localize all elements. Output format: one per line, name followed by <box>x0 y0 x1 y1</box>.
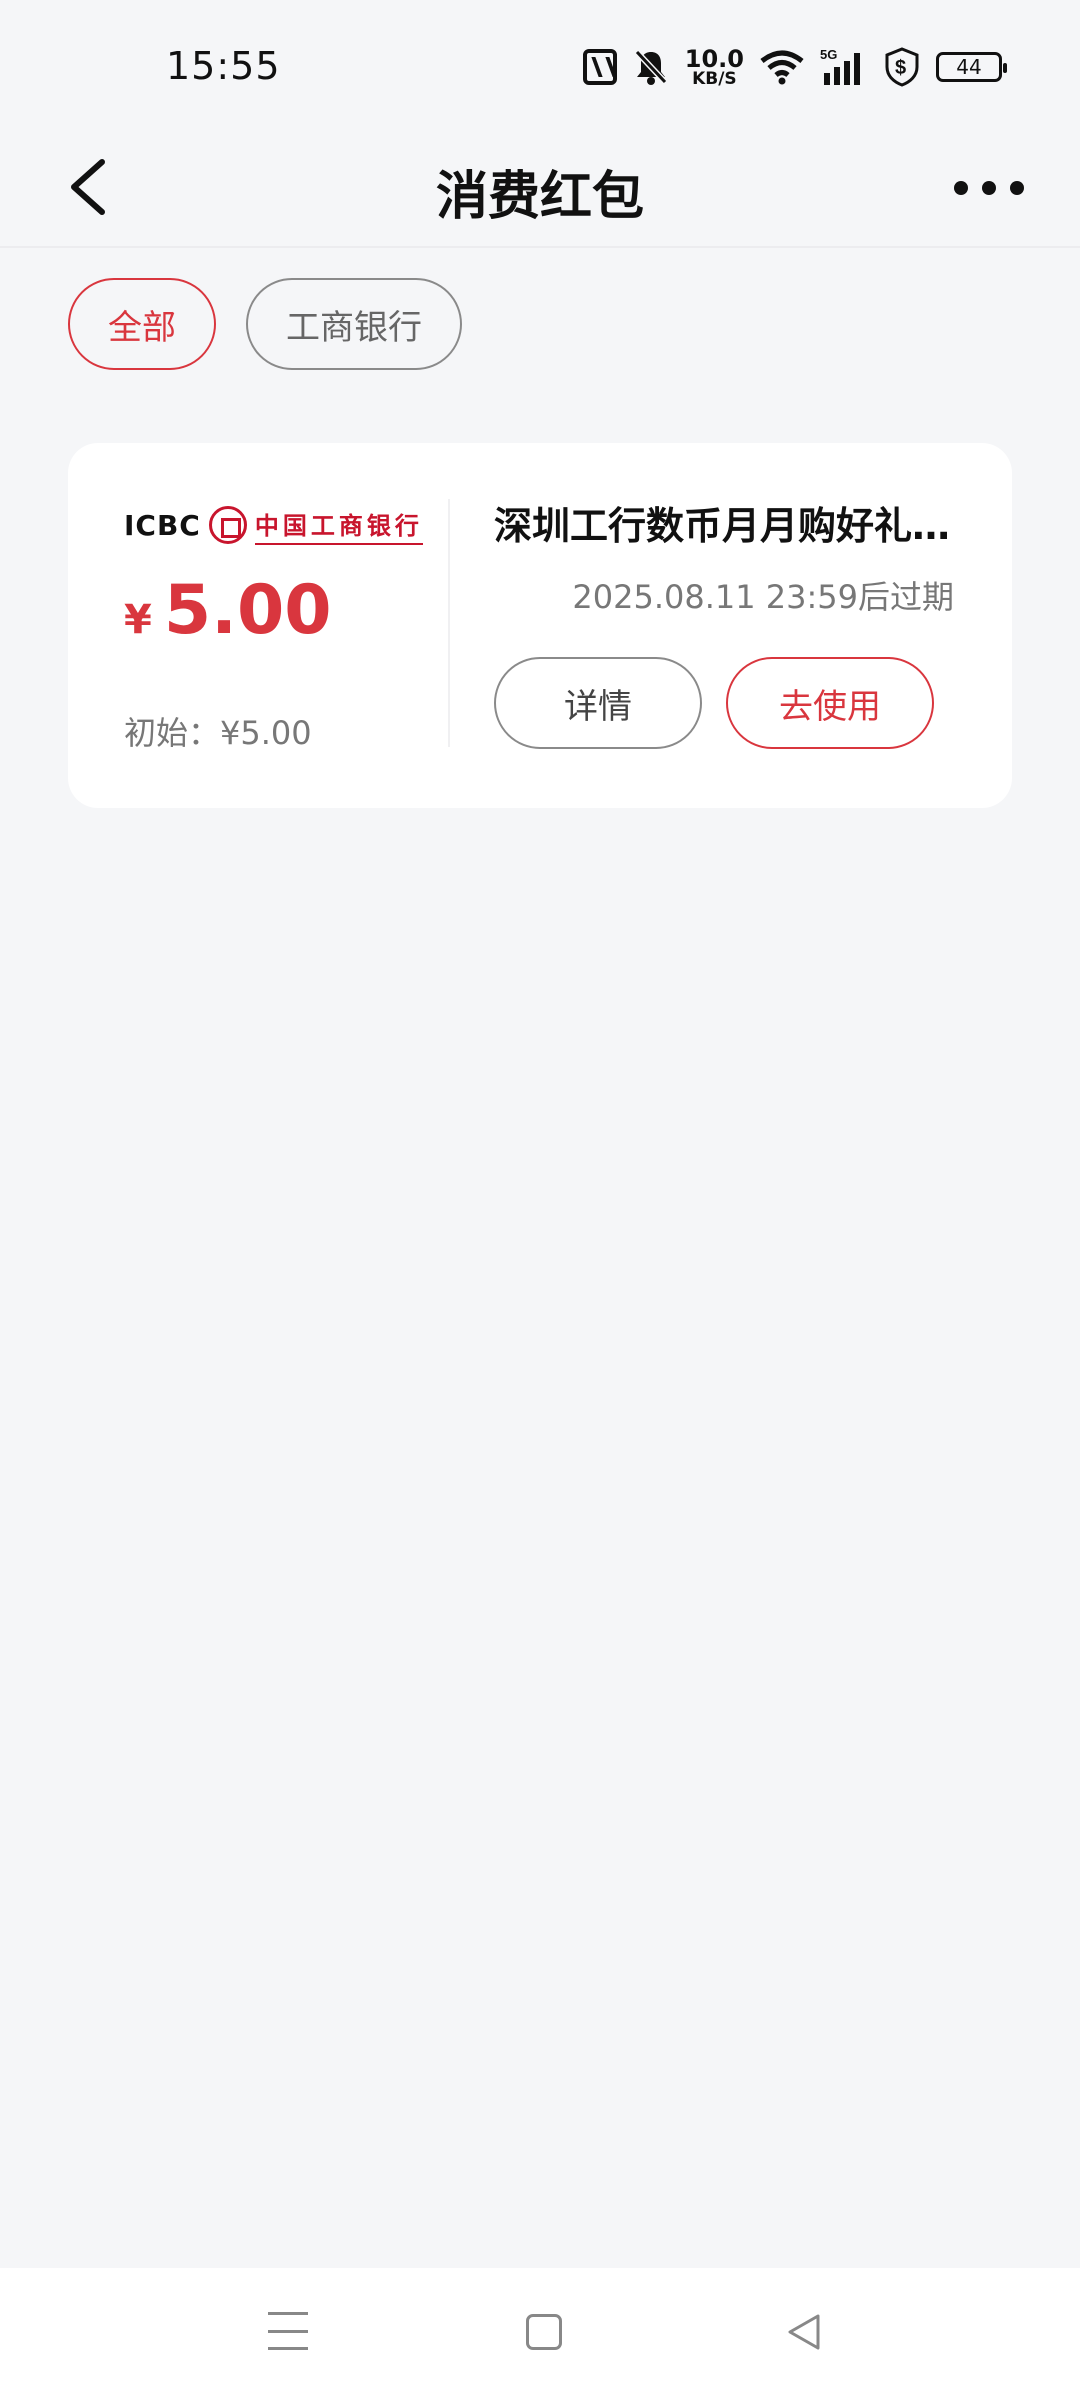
battery-icon: 44 <box>936 52 1007 82</box>
bank-logo: ICBC 中国工商银行 <box>124 503 444 547</box>
initial-amount: 初始：¥5.00 <box>124 714 312 752</box>
svg-text:$: $ <box>895 57 906 79</box>
currency-symbol: ¥ <box>124 597 152 643</box>
icbc-logo-icon <box>208 506 247 544</box>
card-divider <box>448 499 450 747</box>
more-dots-icon <box>954 181 968 195</box>
use-button[interactable]: 去使用 <box>726 657 934 749</box>
wifi-icon <box>760 50 804 85</box>
coupon-right: 深圳工行数币月月购好礼... 2025.08.11 23:59后过期 详情 去使… <box>494 495 954 749</box>
amount-value: 5.00 <box>163 571 332 650</box>
shield-dollar-icon: $ <box>885 47 919 87</box>
coupon-expiry: 2025.08.11 23:59后过期 <box>572 578 954 616</box>
coupon-actions: 详情 去使用 <box>494 657 934 749</box>
more-button[interactable] <box>954 168 1024 208</box>
system-nav-bar <box>0 2268 1080 2400</box>
icbc-abbr: ICBC <box>124 508 201 542</box>
page-title: 消费红包 <box>435 167 644 227</box>
coupon-left: ICBC 中国工商银行 ¥ 5.00 初始：¥5.00 <box>124 503 444 752</box>
coupon-title: 深圳工行数币月月购好礼... <box>494 504 954 548</box>
mute-bell-icon <box>634 49 667 85</box>
menu-icon[interactable] <box>268 2312 308 2350</box>
coupon-card[interactable]: ICBC 中国工商银行 ¥ 5.00 初始：¥5.00 深圳工行数币月月购好礼.… <box>68 443 1012 808</box>
status-icons: 10.0 KB/S 5G $ 44 <box>582 42 1007 92</box>
coupon-amount: ¥ 5.00 <box>124 571 332 650</box>
home-square-icon[interactable] <box>526 2314 562 2350</box>
filter-chip-icbc[interactable]: 工商银行 <box>246 278 462 370</box>
detail-button[interactable]: 详情 <box>494 657 702 749</box>
filter-bar: 全部 工商银行 <box>68 278 462 370</box>
status-time: 15:55 <box>166 44 281 88</box>
signal-icon: 5G <box>820 47 860 85</box>
net-speed: 10.0 KB/S <box>684 44 744 89</box>
filter-chip-all[interactable]: 全部 <box>68 278 216 370</box>
nfc-icon <box>582 49 617 85</box>
status-bar: 15:55 10.0 KB/S 5G $ 44 <box>0 0 1080 130</box>
back-triangle-icon[interactable] <box>784 2312 824 2352</box>
svg-text:5G: 5G <box>820 47 837 62</box>
app-header: 消费红包 <box>0 130 1080 248</box>
bank-name: 中国工商银行 <box>254 506 423 545</box>
